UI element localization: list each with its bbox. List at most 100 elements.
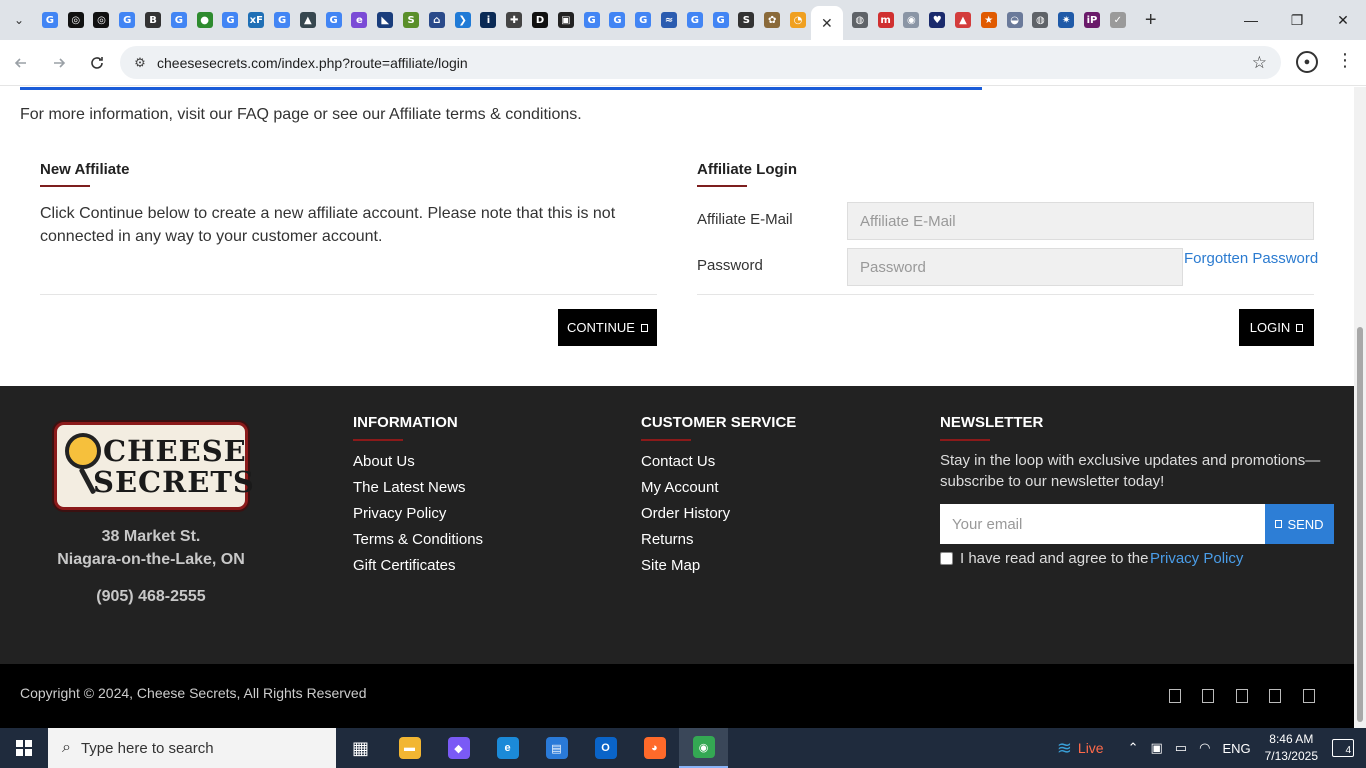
taskbar-app[interactable]: ▤: [532, 728, 581, 768]
password-field[interactable]: Password: [847, 248, 1183, 286]
taskbar-app[interactable]: ▦: [336, 728, 385, 768]
taskbar-app[interactable]: ◉: [679, 728, 728, 768]
site-info-icon[interactable]: ⚙: [124, 55, 156, 71]
browser-tab[interactable]: S: [398, 0, 424, 40]
reload-button[interactable]: [80, 46, 114, 80]
social-icon-4[interactable]: [1269, 689, 1281, 703]
start-button[interactable]: [0, 728, 48, 768]
browser-tab[interactable]: G: [114, 0, 140, 40]
browser-tab[interactable]: ✿: [759, 0, 785, 40]
privacy-agree-checkbox[interactable]: [940, 552, 953, 565]
browser-tab[interactable]: ✓: [1105, 0, 1131, 40]
taskbar-app[interactable]: ▬: [385, 728, 434, 768]
taskbar-app[interactable]: O: [581, 728, 630, 768]
taskbar-app[interactable]: e: [483, 728, 532, 768]
forward-button[interactable]: [42, 46, 76, 80]
taskbar-app[interactable]: ◆: [434, 728, 483, 768]
battery-icon[interactable]: ▭: [1175, 740, 1187, 756]
browser-tab[interactable]: ★: [976, 0, 1002, 40]
social-icon-2[interactable]: [1202, 689, 1214, 703]
browser-tab[interactable]: ◍: [1027, 0, 1053, 40]
notifications-icon[interactable]: 4: [1332, 739, 1354, 757]
close-tab-icon[interactable]: ✕: [821, 15, 833, 32]
browser-tab[interactable]: ▲: [295, 0, 321, 40]
back-button[interactable]: [4, 46, 38, 80]
language-indicator[interactable]: ENG: [1222, 741, 1250, 756]
close-window-button[interactable]: ✕: [1320, 0, 1366, 40]
browser-tab[interactable]: G: [269, 0, 295, 40]
browser-tab[interactable]: ◎: [63, 0, 89, 40]
browser-tab[interactable]: G: [218, 0, 244, 40]
browser-tab[interactable]: G: [708, 0, 734, 40]
footer-link-contact[interactable]: Contact Us: [641, 453, 715, 470]
browser-tab[interactable]: ▲: [950, 0, 976, 40]
privacy-policy-link[interactable]: Privacy Policy: [1150, 550, 1243, 567]
forgotten-password-link[interactable]: Forgotten Password: [1184, 250, 1318, 267]
continue-button[interactable]: CONTINUE: [558, 309, 657, 346]
page-scrollbar[interactable]: [1354, 87, 1366, 728]
active-tab[interactable]: ✕: [810, 6, 843, 40]
footer-link-returns[interactable]: Returns: [641, 531, 694, 548]
login-button[interactable]: LOGIN: [1239, 309, 1314, 346]
social-icon-3[interactable]: [1236, 689, 1248, 703]
browser-tab[interactable]: ◔: [785, 0, 811, 40]
show-hidden-icons-icon[interactable]: ⌃: [1128, 740, 1139, 756]
email-field[interactable]: Affiliate E-Mail: [847, 202, 1314, 240]
browser-tab[interactable]: iP: [1079, 0, 1105, 40]
browser-tab[interactable]: ❯: [450, 0, 476, 40]
address-bar[interactable]: ⚙ cheesesecrets.com/index.php?route=affi…: [120, 46, 1281, 79]
footer-link-terms[interactable]: Terms & Conditions: [353, 531, 483, 548]
browser-tab[interactable]: G: [630, 0, 656, 40]
footer-link-account[interactable]: My Account: [641, 479, 719, 496]
browser-tab[interactable]: ◒: [1002, 0, 1028, 40]
browser-tab[interactable]: ◍: [847, 0, 873, 40]
browser-tab[interactable]: G: [321, 0, 347, 40]
browser-tab[interactable]: ◎: [89, 0, 115, 40]
wifi-icon[interactable]: ◠: [1199, 740, 1210, 756]
bookmark-star-icon[interactable]: ☆: [1252, 53, 1267, 73]
social-icon-5[interactable]: [1303, 689, 1315, 703]
browser-tab[interactable]: G: [579, 0, 605, 40]
browser-tab[interactable]: D: [527, 0, 553, 40]
browser-tab[interactable]: m: [873, 0, 899, 40]
taskbar-app[interactable]: ◕: [630, 728, 679, 768]
live-label[interactable]: Live: [1078, 740, 1104, 756]
url-text[interactable]: cheesesecrets.com/index.php?route=affili…: [157, 55, 468, 71]
browser-tab[interactable]: ◉: [899, 0, 925, 40]
newsletter-send-button[interactable]: SEND: [1265, 504, 1334, 544]
browser-tab[interactable]: ⌂: [424, 0, 450, 40]
footer-link-sitemap[interactable]: Site Map: [641, 557, 700, 574]
tab-search-chevron-icon[interactable]: ⌄: [5, 6, 33, 34]
new-tab-button[interactable]: +: [1137, 6, 1165, 34]
weather-icon[interactable]: ≋: [1057, 738, 1072, 759]
restore-button[interactable]: ❐: [1274, 0, 1320, 40]
browser-tab[interactable]: G: [682, 0, 708, 40]
taskbar-search[interactable]: ⌕ Type here to search: [48, 728, 336, 768]
browser-tab[interactable]: G: [166, 0, 192, 40]
browser-tab[interactable]: ▣: [553, 0, 579, 40]
browser-tab[interactable]: G: [37, 0, 63, 40]
cheese-secrets-logo[interactable]: CHEESE SECRETS: [54, 422, 254, 510]
browser-tab[interactable]: ✷: [1053, 0, 1079, 40]
browser-tab[interactable]: ≈: [656, 0, 682, 40]
browser-tab[interactable]: xF: [243, 0, 269, 40]
browser-tab[interactable]: e: [347, 0, 373, 40]
browser-tab[interactable]: S: [734, 0, 760, 40]
network-device-icon[interactable]: ▣: [1151, 740, 1163, 756]
footer-link-orders[interactable]: Order History: [641, 505, 730, 522]
footer-link-privacy[interactable]: Privacy Policy: [353, 505, 446, 522]
newsletter-email-input[interactable]: Your email: [940, 504, 1265, 544]
browser-tab[interactable]: B: [140, 0, 166, 40]
footer-link-news[interactable]: The Latest News: [353, 479, 466, 496]
clock[interactable]: 8:46 AM 7/13/2025: [1265, 731, 1318, 765]
browser-tab[interactable]: G: [605, 0, 631, 40]
browser-tab[interactable]: ♥: [924, 0, 950, 40]
footer-link-gift[interactable]: Gift Certificates: [353, 557, 456, 574]
minimize-button[interactable]: —: [1228, 0, 1274, 40]
browser-tab[interactable]: ●: [192, 0, 218, 40]
browser-menu-icon[interactable]: ⋮: [1336, 50, 1354, 71]
browser-tab[interactable]: ✚: [501, 0, 527, 40]
browser-tab[interactable]: i: [476, 0, 502, 40]
scroll-thumb[interactable]: [1357, 327, 1363, 722]
profile-icon[interactable]: ●: [1296, 51, 1318, 73]
